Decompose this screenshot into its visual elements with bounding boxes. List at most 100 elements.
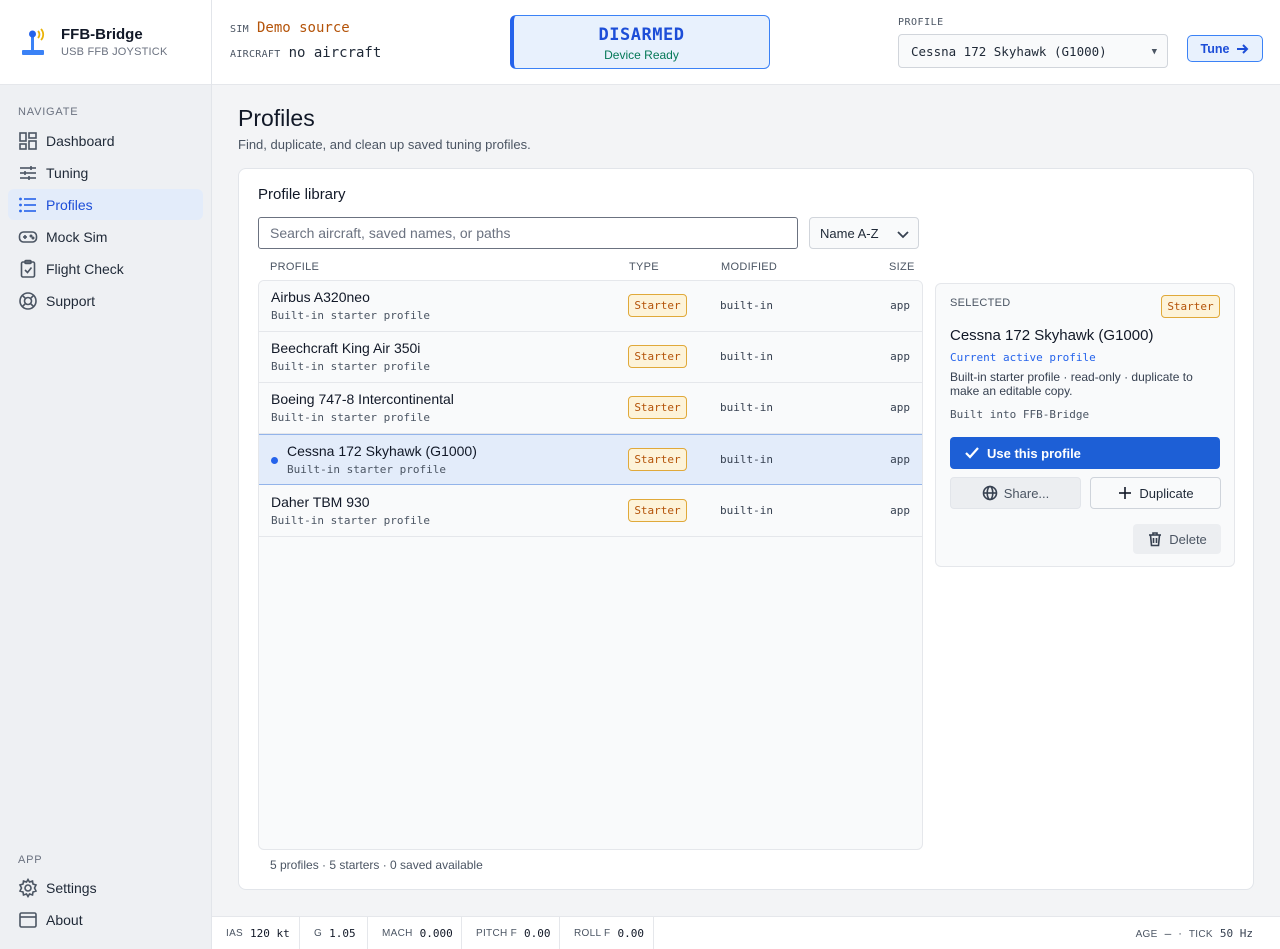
app-nav-list: Settings About [8, 872, 203, 936]
profile-name: Airbus A320neo [271, 289, 370, 305]
sidebar-item-settings[interactable]: Settings [8, 872, 203, 903]
app-section-label: APP [18, 854, 43, 866]
sidebar-item-dashboard[interactable]: Dashboard [8, 125, 203, 156]
arm-status-indicator[interactable]: DISARMED Device Ready [510, 15, 770, 69]
brand: FFB-Bridge USB FFB JOYSTICK [0, 0, 211, 85]
table-row[interactable]: Boeing 747-8 Intercontinental Built-in s… [259, 383, 922, 434]
profile-name: Daher TBM 930 [271, 494, 370, 510]
trash-icon [1149, 532, 1162, 547]
sidebar-item-label: Mock Sim [46, 228, 108, 245]
type-badge: Starter [628, 499, 687, 522]
sim-source-value: Demo source [256, 20, 350, 36]
roll-force-key: ROLL F [574, 928, 611, 939]
age-tick-readout: AGE — · TICK 50 Hz [1136, 927, 1253, 940]
sidebar-item-flight-check[interactable]: Flight Check [8, 253, 203, 284]
column-header-modified[interactable]: MODIFIED [721, 261, 777, 273]
tune-button-label: Tune [1200, 41, 1230, 56]
card-title: Profile library [258, 186, 346, 203]
aircraft-row: AIRCRAFT no aircraft [230, 45, 381, 61]
pitch-force-readout: PITCH F 0.00 [462, 917, 560, 949]
lifebuoy-icon [19, 291, 37, 310]
app-subtitle: USB FFB JOYSTICK [61, 46, 168, 58]
size-value: app [890, 299, 910, 312]
column-header-size[interactable]: SIZE [889, 261, 915, 273]
telemetry-status-bar: IAS 120 kt G 1.05 MACH 0.000 PITCH F 0.0… [212, 916, 1280, 949]
table-row[interactable]: Airbus A320neo Built-in starter profile … [259, 281, 922, 332]
selected-label: SELECTED [950, 297, 1011, 309]
profile-description: Built-in starter profile [271, 309, 430, 322]
ias-readout: IAS 120 kt [212, 917, 300, 949]
modified-value: built-in [720, 350, 773, 363]
type-badge: Starter [628, 294, 687, 317]
sidebar-item-label: Support [46, 292, 96, 309]
sidebar-item-support[interactable]: Support [8, 285, 203, 316]
page-title: Profiles [238, 105, 315, 131]
table-row[interactable]: Daher TBM 930 Built-in starter profile S… [259, 486, 922, 537]
gear-icon [18, 877, 38, 898]
sidebar-item-label: Settings [46, 879, 97, 896]
list-icon [19, 197, 36, 212]
ias-key: IAS [226, 928, 244, 939]
search-placeholder: Search aircraft, saved names, or paths [270, 225, 511, 241]
arrow-right-icon [1237, 43, 1249, 54]
age-key: AGE [1135, 929, 1158, 940]
column-header-type[interactable]: TYPE [629, 261, 659, 273]
profile-library-card: Profile library Search aircraft, saved n… [238, 168, 1254, 890]
top-bar: SIM Demo source AIRCRAFT no aircraft DIS… [212, 0, 1280, 85]
profile-name: Boeing 747-8 Intercontinental [271, 391, 454, 407]
delete-button[interactable]: Delete [1133, 524, 1221, 554]
mach-key: MACH [382, 928, 413, 939]
joystick-logo-icon [22, 28, 45, 55]
delete-label: Delete [1169, 531, 1207, 547]
sim-source-row: SIM Demo source [230, 20, 350, 36]
sidebar-item-mock-sim[interactable]: Mock Sim [8, 221, 203, 252]
separator: · [1178, 928, 1182, 940]
age-value: — [1164, 927, 1172, 940]
roll-force-value: 0.00 [617, 927, 644, 940]
sidebar-item-about[interactable]: About [8, 904, 203, 935]
aircraft-key: AIRCRAFT [230, 49, 281, 60]
g-readout: G 1.05 [300, 917, 368, 949]
device-status-text: Device Ready [604, 48, 679, 62]
search-input[interactable]: Search aircraft, saved names, or paths [258, 217, 798, 249]
modified-value: built-in [720, 401, 773, 414]
use-profile-button[interactable]: Use this profile [950, 437, 1220, 469]
column-header-profile[interactable]: PROFILE [270, 261, 319, 273]
sidebar-item-tuning[interactable]: Tuning [8, 157, 203, 188]
sliders-icon [20, 165, 36, 180]
caret-down-icon: ▼ [1151, 47, 1157, 57]
type-badge: Starter [628, 345, 687, 368]
duplicate-button[interactable]: Duplicate [1090, 477, 1221, 509]
mach-readout: MACH 0.000 [368, 917, 462, 949]
selected-profile-panel: SELECTED Starter Cessna 172 Skyhawk (G10… [935, 283, 1235, 567]
profile-description: Built-in starter profile [271, 360, 430, 373]
type-badge: Starter [628, 396, 687, 419]
dashboard-icon [19, 131, 37, 150]
duplicate-label: Duplicate [1139, 485, 1194, 501]
g-key: G [314, 928, 323, 939]
modified-value: built-in [720, 453, 773, 466]
share-button[interactable]: Share... [950, 477, 1081, 509]
profile-select[interactable]: Cessna 172 Skyhawk (G1000) ▼ [898, 34, 1168, 68]
check-icon [965, 447, 979, 459]
profile-details-text: Built-in starter profile · read-only · d… [950, 370, 1193, 398]
sidebar: FFB-Bridge USB FFB JOYSTICK NAVIGATE Das… [0, 0, 212, 949]
mach-value: 0.000 [419, 927, 453, 940]
nav-section-label: NAVIGATE [18, 106, 79, 118]
tick-value: 50 Hz [1219, 927, 1253, 940]
chevron-down-icon [897, 231, 909, 239]
sort-select[interactable]: Name A-Z [809, 217, 919, 249]
aircraft-value: no aircraft [288, 45, 382, 61]
table-row[interactable]: Beechcraft King Air 350i Built-in starte… [259, 332, 922, 383]
sidebar-item-profiles[interactable]: Profiles [8, 189, 203, 220]
use-profile-label: Use this profile [987, 445, 1081, 461]
tune-button[interactable]: Tune [1187, 35, 1263, 62]
pitch-force-key: PITCH F [476, 928, 517, 939]
type-badge: Starter [628, 448, 687, 471]
table-row-selected[interactable]: Cessna 172 Skyhawk (G1000) Built-in star… [259, 434, 922, 485]
roll-force-readout: ROLL F 0.00 [560, 917, 654, 949]
profile-list: Airbus A320neo Built-in starter profile … [258, 280, 923, 850]
size-value: app [890, 401, 910, 414]
active-profile-note: Current active profile [950, 351, 1096, 364]
profile-description: Built-in starter profile [271, 411, 430, 424]
